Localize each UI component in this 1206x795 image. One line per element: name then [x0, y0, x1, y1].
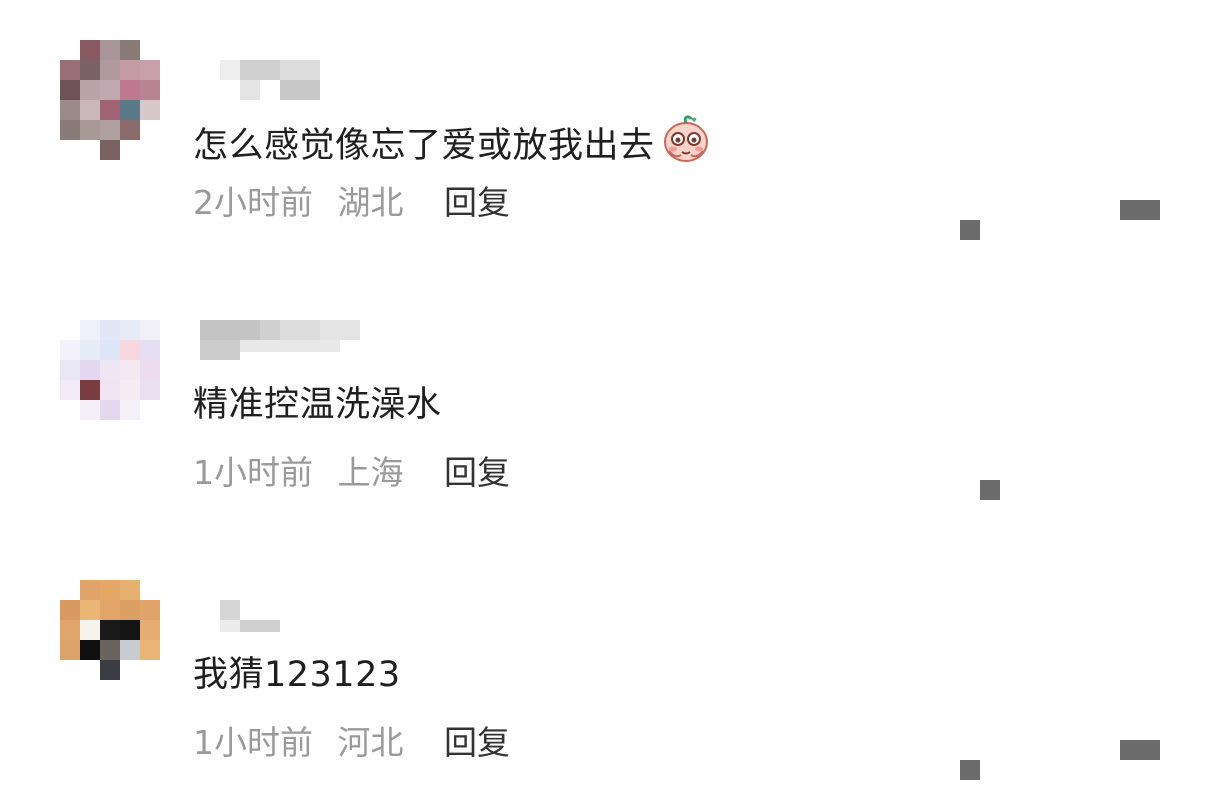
reply-button[interactable]: 回复 — [444, 183, 510, 222]
redacted-like-count — [1120, 200, 1160, 220]
comment-item: 怎么感觉像忘了爱或放我出去 2小时前 湖北 回复 — [0, 0, 1206, 260]
comment-meta: 1小时前 上海 回复 — [193, 453, 510, 493]
comment-location: 河北 — [337, 723, 404, 762]
avatar[interactable] — [60, 40, 160, 160]
comment-item: 精准控温洗澡水 1小时前 上海 回复 — [0, 300, 1206, 540]
username-pixelated[interactable] — [200, 600, 280, 640]
redacted-like-icon[interactable] — [960, 220, 980, 240]
comment-text: 精准控温洗澡水 — [193, 385, 442, 425]
reply-button[interactable]: 回复 — [444, 453, 510, 492]
redacted-like-icon[interactable] — [960, 760, 980, 780]
redacted-like-count — [1120, 740, 1160, 760]
blushing-peach-sticker-icon — [661, 113, 711, 163]
comment-meta: 1小时前 河北 回复 — [193, 723, 510, 763]
comment-location: 上海 — [337, 453, 404, 492]
comment-time: 2小时前 — [193, 183, 313, 222]
comment-item: 我猜123123 1小时前 河北 回复 — [0, 560, 1206, 795]
avatar[interactable] — [60, 320, 160, 440]
username-pixelated[interactable] — [200, 60, 320, 100]
redacted-like-icon[interactable] — [980, 480, 1000, 500]
comment-text: 怎么感觉像忘了爱或放我出去 — [193, 113, 711, 168]
comment-location: 湖北 — [337, 183, 404, 222]
comment-time: 1小时前 — [193, 453, 313, 492]
username-pixelated[interactable] — [200, 320, 360, 360]
comment-text: 我猜123123 — [193, 655, 401, 695]
avatar[interactable] — [60, 580, 160, 700]
reply-button[interactable]: 回复 — [444, 723, 510, 762]
comment-meta: 2小时前 湖北 回复 — [193, 183, 510, 223]
comment-time: 1小时前 — [193, 723, 313, 762]
